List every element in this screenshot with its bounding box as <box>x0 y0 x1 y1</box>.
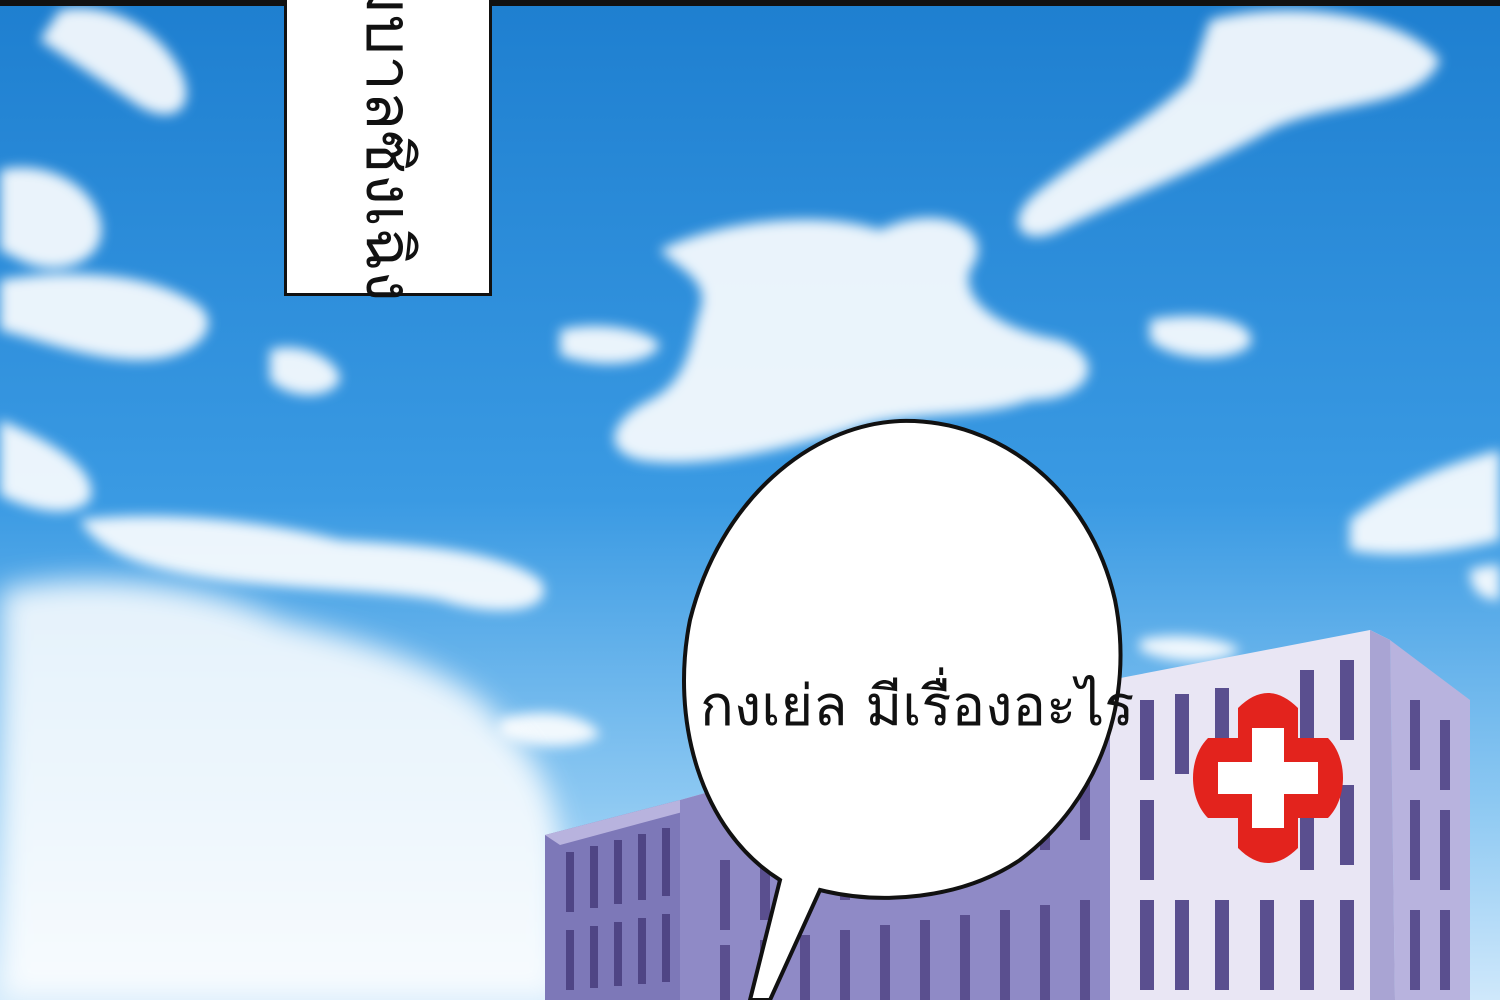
speech-bubble-text: กงเย่ล มีเรื่องอะไร <box>700 674 1135 739</box>
comic-panel: มบาลซิงเฉิง กงเย่ล มีเรื่องอะไร <box>0 0 1500 1000</box>
caption-text: มบาลซิงเฉิง <box>351 0 425 302</box>
caption-box: มบาลซิงเฉิง <box>284 0 492 302</box>
panel-top-border <box>0 0 1500 6</box>
background-art <box>0 0 1500 1000</box>
